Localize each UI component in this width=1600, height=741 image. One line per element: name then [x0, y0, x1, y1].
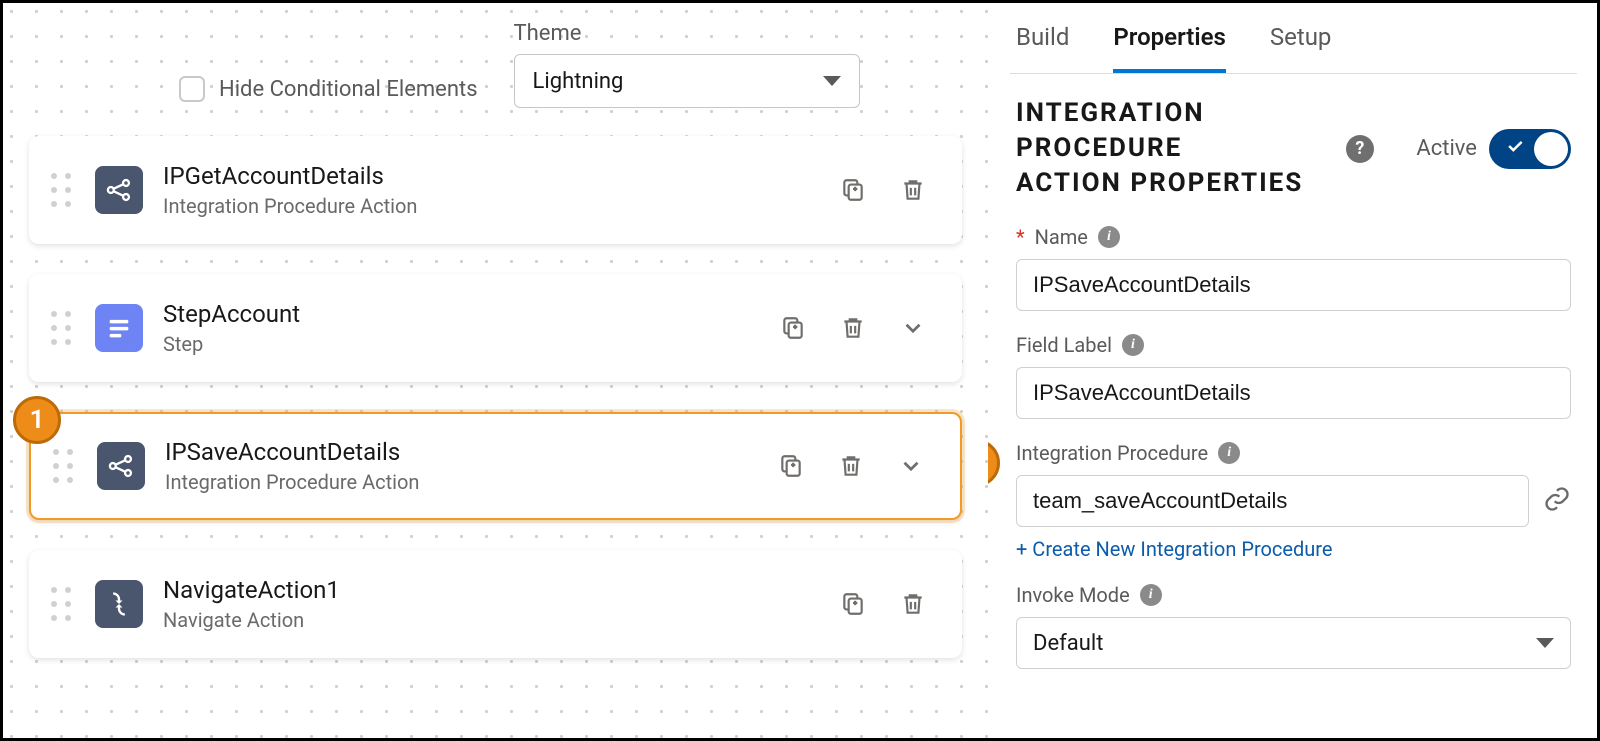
tab-setup[interactable]: Setup: [1270, 3, 1332, 73]
element-subtitle: Integration Procedure Action: [165, 470, 756, 494]
element-subtitle: Integration Procedure Action: [163, 194, 818, 218]
element-card[interactable]: StepAccount Step: [29, 274, 962, 382]
name-input[interactable]: [1016, 259, 1571, 311]
element-subtitle: Navigate Action: [163, 608, 818, 632]
invoke-mode-field: Invoke Mode i Default: [1016, 583, 1571, 669]
navigate-action-icon: [95, 580, 143, 628]
element-card[interactable]: IPGetAccountDetails Integration Procedur…: [29, 136, 962, 244]
hide-conditional-checkbox[interactable]: [179, 76, 205, 102]
element-title: IPSaveAccountDetails: [165, 438, 756, 466]
callout-badge-1: 1: [13, 396, 61, 444]
tab-build[interactable]: Build: [1016, 3, 1069, 73]
check-icon: [1505, 136, 1525, 161]
properties-panel: Build Properties Setup INTEGRATION PROCE…: [988, 3, 1597, 738]
info-icon[interactable]: i: [1098, 226, 1120, 248]
link-icon[interactable]: [1543, 485, 1571, 517]
ip-label: Integration Procedure i: [1016, 441, 1571, 465]
field-label-input[interactable]: [1016, 367, 1571, 419]
element-card[interactable]: 1 IPSaveAccountDetails Integration Proce…: [29, 412, 962, 520]
panel-header: INTEGRATION PROCEDURE ACTION PROPERTIES …: [1016, 96, 1571, 201]
element-actions: [778, 313, 940, 343]
ip-label-text: Integration Procedure: [1016, 441, 1208, 465]
info-icon[interactable]: i: [1140, 584, 1162, 606]
field-label-field: Field Label i: [1016, 333, 1571, 419]
name-label-text: Name: [1035, 225, 1088, 249]
theme-label: Theme: [514, 21, 860, 46]
chevron-down-icon: [1536, 638, 1554, 648]
expand-button[interactable]: [898, 313, 928, 343]
toggle-knob: [1534, 132, 1568, 166]
duplicate-button[interactable]: [776, 451, 806, 481]
element-text: NavigateAction1 Navigate Action: [163, 576, 818, 632]
theme-value: Lightning: [533, 69, 624, 94]
element-actions: [838, 175, 940, 205]
duplicate-button[interactable]: [838, 589, 868, 619]
hide-conditional-field: Hide Conditional Elements: [179, 76, 478, 102]
active-toggle-group: Active: [1416, 129, 1571, 169]
active-toggle[interactable]: [1489, 129, 1571, 169]
theme-field: Theme Lightning: [514, 21, 860, 108]
drag-handle-icon[interactable]: [51, 585, 75, 623]
element-title: NavigateAction1: [163, 576, 818, 604]
element-subtitle: Step: [163, 332, 758, 356]
step-icon: [95, 304, 143, 352]
callout-badge-2: 2: [988, 439, 1000, 487]
delete-button[interactable]: [836, 451, 866, 481]
chevron-down-icon: [823, 76, 841, 86]
element-list: IPGetAccountDetails Integration Procedur…: [29, 136, 962, 658]
name-label: * Name i: [1016, 225, 1571, 249]
delete-button[interactable]: [838, 313, 868, 343]
canvas: Hide Conditional Elements Theme Lightnin…: [3, 3, 988, 738]
element-card[interactable]: NavigateAction1 Navigate Action: [29, 550, 962, 658]
ip-input-row: [1016, 475, 1571, 527]
hide-conditional-label: Hide Conditional Elements: [219, 77, 478, 102]
drag-handle-icon[interactable]: [53, 447, 77, 485]
panel-title: INTEGRATION PROCEDURE ACTION PROPERTIES: [1016, 96, 1303, 201]
info-icon[interactable]: i: [1122, 334, 1144, 356]
invoke-mode-value: Default: [1033, 631, 1103, 656]
invoke-mode-select[interactable]: Default: [1016, 617, 1571, 669]
drag-handle-icon[interactable]: [51, 171, 75, 209]
element-actions: [838, 589, 940, 619]
field-label-label: Field Label i: [1016, 333, 1571, 357]
panel-title-line2: PROCEDURE: [1016, 133, 1182, 163]
panel-title-line3: ACTION PROPERTIES: [1016, 168, 1303, 198]
invoke-label: Invoke Mode i: [1016, 583, 1571, 607]
integration-procedure-field: 2 Integration Procedure i + Create New I…: [1016, 441, 1571, 561]
required-star: *: [1016, 225, 1025, 249]
integration-procedure-icon: [95, 166, 143, 214]
tab-properties[interactable]: Properties: [1113, 3, 1225, 73]
element-text: StepAccount Step: [163, 300, 758, 356]
theme-select[interactable]: Lightning: [514, 54, 860, 108]
expand-button[interactable]: [896, 451, 926, 481]
delete-button[interactable]: [898, 589, 928, 619]
invoke-label-text: Invoke Mode: [1016, 583, 1130, 607]
integration-procedure-input[interactable]: [1016, 475, 1529, 527]
element-text: IPSaveAccountDetails Integration Procedu…: [165, 438, 756, 494]
integration-procedure-icon: [97, 442, 145, 490]
properties-tabs: Build Properties Setup: [1010, 3, 1577, 74]
field-label-text: Field Label: [1016, 333, 1112, 357]
active-label: Active: [1416, 136, 1477, 161]
info-icon[interactable]: i: [1218, 442, 1240, 464]
duplicate-button[interactable]: [778, 313, 808, 343]
delete-button[interactable]: [898, 175, 928, 205]
element-actions: [776, 451, 938, 481]
drag-handle-icon[interactable]: [51, 309, 75, 347]
element-text: IPGetAccountDetails Integration Procedur…: [163, 162, 818, 218]
help-icon[interactable]: ?: [1346, 135, 1374, 163]
element-title: StepAccount: [163, 300, 758, 328]
element-title: IPGetAccountDetails: [163, 162, 818, 190]
create-ip-link[interactable]: + Create New Integration Procedure: [1016, 537, 1333, 561]
panel-title-line1: INTEGRATION: [1016, 98, 1205, 128]
canvas-toolbar: Hide Conditional Elements Theme Lightnin…: [29, 21, 962, 108]
name-field: * Name i: [1016, 225, 1571, 311]
duplicate-button[interactable]: [838, 175, 868, 205]
